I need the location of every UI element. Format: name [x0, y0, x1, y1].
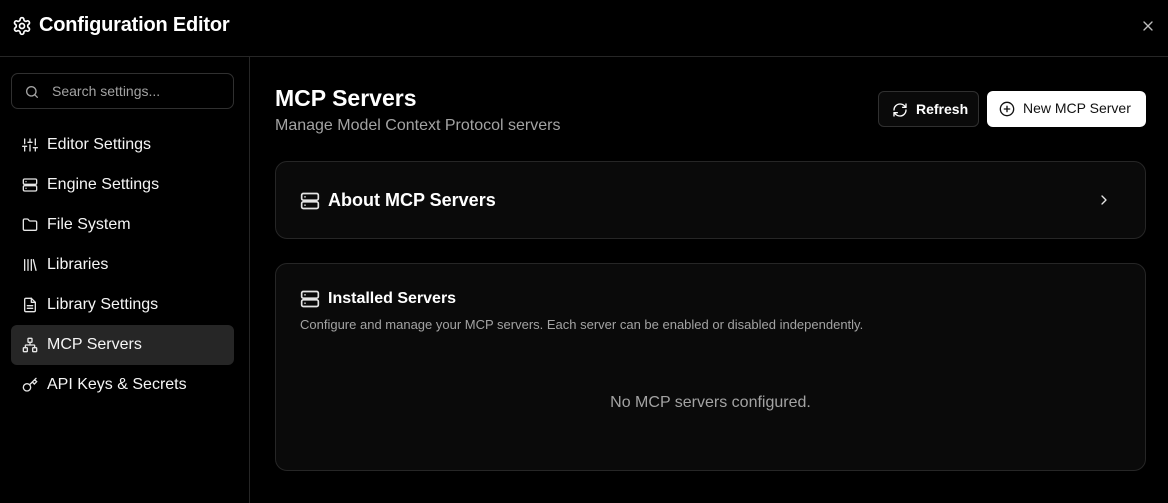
network-icon: [22, 337, 38, 353]
server-icon: [300, 191, 320, 211]
gear-icon: [12, 16, 32, 36]
about-card-title: About MCP Servers: [328, 190, 496, 210]
sidebar-item-label: MCP Servers: [47, 336, 142, 353]
empty-state-text: No MCP servers configured.: [610, 394, 811, 411]
sidebar-item-library-settings[interactable]: Library Settings: [11, 285, 234, 325]
sidebar-item-mcp-servers[interactable]: MCP Servers: [11, 325, 234, 365]
library-icon: [22, 257, 38, 273]
file-icon: [22, 297, 38, 313]
main-content: MCP Servers Manage Model Context Protoco…: [251, 57, 1168, 503]
page-subtitle: Manage Model Context Protocol servers: [275, 117, 561, 134]
folder-icon: [22, 217, 38, 233]
sidebar-item-label: Engine Settings: [47, 176, 160, 193]
refresh-button[interactable]: Refresh: [878, 91, 979, 127]
sidebar-item-label: Library Settings: [47, 296, 159, 313]
close-icon: [1143, 21, 1153, 31]
sidebar-item-engine-settings[interactable]: Engine Settings: [11, 165, 234, 205]
sidebar: Editor Settings Engine Settings File: [0, 57, 250, 503]
installed-card-title: Installed Servers: [328, 290, 457, 307]
new-mcp-server-button[interactable]: New MCP Server: [987, 91, 1146, 127]
sidebar-item-api-keys-secrets[interactable]: API Keys & Secrets: [11, 365, 234, 405]
about-mcp-servers-card[interactable]: About MCP Servers: [275, 161, 1146, 239]
server-icon: [300, 289, 320, 309]
sidebar-item-editor-settings[interactable]: Editor Settings: [11, 125, 234, 165]
sidebar-item-label: Libraries: [47, 256, 109, 273]
window-title: Configuration Editor: [39, 14, 230, 36]
new-mcp-server-label: New MCP Server: [1023, 100, 1131, 116]
configuration-editor-window: Configuration Editor Ed: [0, 0, 1168, 503]
close-button[interactable]: [1138, 16, 1158, 36]
refresh-label: Refresh: [916, 101, 969, 117]
chevron-right-icon: [1096, 192, 1112, 208]
server-icon: [22, 177, 38, 193]
refresh-icon: [892, 102, 908, 118]
sidebar-nav: Editor Settings Engine Settings File Sys…: [11, 125, 234, 405]
sidebar-item-libraries[interactable]: Libraries: [11, 245, 234, 285]
page-title: MCP Servers: [275, 85, 417, 111]
title-bar: Configuration Editor: [0, 0, 1168, 57]
plus-circle-icon: [999, 101, 1015, 117]
search-icon: [24, 84, 40, 100]
installed-servers-card: Installed Servers Configure and manage y…: [275, 263, 1146, 471]
sidebar-item-label: File System: [47, 216, 131, 233]
sidebar-item-file-system[interactable]: File System: [11, 205, 234, 245]
sliders-icon: [22, 137, 38, 153]
search-input[interactable]: [52, 74, 228, 108]
sidebar-item-label: API Keys & Secrets: [47, 376, 187, 393]
installed-card-description: Configure and manage your MCP servers. E…: [300, 317, 864, 332]
search-box: [11, 73, 234, 109]
sidebar-item-label: Editor Settings: [47, 136, 152, 153]
key-icon: [22, 377, 38, 393]
